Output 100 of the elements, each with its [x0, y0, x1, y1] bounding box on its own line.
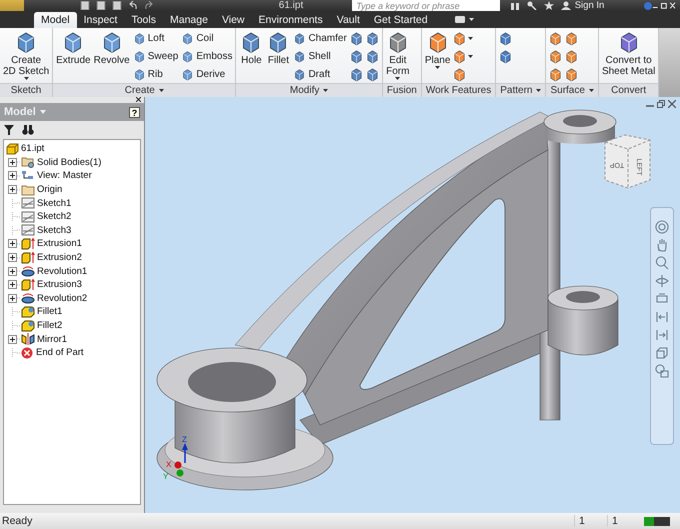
sign-in-link[interactable]: Sign In [574, 0, 604, 11]
expand-icon[interactable] [8, 294, 17, 303]
icon-button[interactable] [548, 48, 564, 64]
icon-button[interactable] [364, 66, 380, 82]
ribbon-button[interactable]: Convert to Sheet Metal [600, 30, 656, 77]
tree-item[interactable]: Origin [37, 184, 62, 196]
steering-wheel-icon[interactable] [655, 220, 669, 234]
view-face-icon[interactable] [655, 346, 669, 360]
panel-title[interactable]: Fusion [382, 83, 421, 97]
icon-button[interactable] [548, 30, 564, 46]
tree-item[interactable]: View: Master [37, 170, 92, 182]
icon-button[interactable] [364, 48, 380, 64]
panel-title[interactable]: Work Features [422, 83, 496, 97]
key-icon[interactable] [526, 1, 537, 10]
help-button[interactable]: ? [129, 106, 140, 118]
icon-button[interactable] [498, 48, 514, 64]
tool-icon [293, 50, 306, 62]
ribbon-tab[interactable]: Inspect [76, 12, 124, 28]
panel-title[interactable]: Create [53, 83, 236, 97]
ribbon-button[interactable]: Coil [180, 30, 234, 46]
ribbon-button[interactable]: Shell [292, 48, 348, 64]
tree-item[interactable]: Extrusion3 [37, 279, 82, 290]
tree-item[interactable]: Extrusion2 [37, 252, 82, 264]
ribbon-button[interactable]: Loft [132, 30, 180, 46]
tree-item[interactable]: Revolution1 [37, 266, 88, 277]
ribbon-button[interactable]: Rib [132, 66, 180, 82]
expand-icon[interactable] [8, 253, 17, 262]
tree-item[interactable]: Mirror1 [37, 334, 68, 345]
expand-icon[interactable] [8, 266, 17, 276]
icon-button[interactable] [364, 30, 380, 46]
ribbon-tab[interactable]: Environments [252, 12, 330, 28]
tree-item[interactable]: Sketch2 [37, 211, 72, 222]
ribbon-button[interactable]: Draft [292, 66, 348, 82]
zoom-icon[interactable] [655, 256, 669, 270]
search-field[interactable]: Type a keyword or phrase [352, 0, 500, 11]
icon-button[interactable] [452, 48, 474, 64]
filter-icon[interactable] [4, 125, 14, 135]
user-icon[interactable] [560, 1, 571, 10]
ribbon-button[interactable]: Emboss [180, 48, 234, 64]
previous-view-icon[interactable] [655, 310, 669, 324]
tree-item[interactable]: Revolution2 [37, 292, 88, 304]
window-controls-icon[interactable] [652, 1, 676, 10]
ribbon-button[interactable]: Edit Form [384, 30, 411, 81]
tool-icon [564, 30, 580, 46]
icon-button[interactable] [564, 66, 580, 82]
caret-icon [323, 89, 328, 92]
ribbon-button[interactable]: Hole [238, 30, 264, 66]
ribbon-button[interactable]: Fillet [265, 30, 292, 66]
ribbon-tab[interactable]: Model [34, 12, 77, 28]
expand-icon[interactable] [8, 239, 17, 248]
ribbon-button[interactable]: Revolve [92, 30, 131, 66]
star-icon[interactable] [544, 1, 554, 10]
ribbon-tab[interactable]: Vault [330, 12, 367, 28]
expand-icon[interactable] [8, 280, 17, 290]
next-view-icon[interactable] [655, 328, 669, 342]
ribbon-tab[interactable]: Tools [124, 12, 163, 28]
icon-button[interactable] [548, 66, 564, 82]
tree-item[interactable]: Fillet2 [37, 320, 62, 332]
icon-button[interactable] [348, 66, 364, 82]
expand-icon[interactable] [8, 334, 17, 344]
tree-item[interactable]: Fillet1 [37, 306, 62, 318]
ribbon-button[interactable]: Create 2D Sketch [2, 30, 50, 81]
icon-button[interactable] [348, 30, 364, 46]
ribbon-tab[interactable]: View [214, 12, 252, 28]
panel-title[interactable]: Convert [598, 83, 658, 97]
tree-item[interactable]: Sketch1 [37, 198, 72, 209]
tree-item[interactable]: Extrusion1 [37, 238, 82, 250]
icon-button[interactable] [564, 30, 580, 46]
ribbon-tab[interactable]: Manage [162, 12, 215, 28]
panel-title[interactable]: Modify [236, 83, 382, 97]
restore-icon[interactable] [657, 100, 665, 108]
ribbon-button[interactable]: Extrude [55, 30, 92, 66]
panel-title[interactable]: Pattern [496, 83, 546, 97]
pan-hand-icon[interactable] [655, 238, 669, 252]
tree-item[interactable]: End of Part [36, 347, 84, 358]
help-icon[interactable] [644, 0, 652, 10]
ribbon-button[interactable]: Sweep [132, 48, 180, 64]
tree-item[interactable]: Solid Bodies(1) [37, 156, 102, 168]
redo-icon[interactable] [144, 1, 154, 10]
close-icon[interactable] [136, 97, 141, 102]
icon-button[interactable] [564, 48, 580, 64]
expand-icon[interactable] [8, 185, 17, 194]
ribbon-tab[interactable]: Get Started [366, 12, 435, 28]
orbit-icon[interactable] [655, 274, 669, 288]
expand-icon[interactable] [8, 171, 17, 180]
undo-icon[interactable] [128, 1, 138, 10]
icon-button[interactable] [452, 30, 474, 46]
ribbon-button[interactable]: Plane [424, 30, 452, 70]
tree-item[interactable]: Sketch3 [37, 224, 72, 236]
icon-button[interactable] [498, 30, 514, 46]
ribbon-button[interactable]: Chamfer [292, 30, 348, 46]
ribbon-button[interactable]: Derive [180, 66, 234, 82]
panel-title[interactable]: Sketch [0, 83, 52, 97]
orbit-cube-icon[interactable] [655, 364, 669, 378]
tree-item[interactable]: 61.ipt [21, 143, 44, 154]
view-cube[interactable] [604, 134, 650, 189]
expand-icon[interactable] [8, 158, 17, 167]
tab-options-icon[interactable] [454, 16, 475, 23]
panel-title[interactable]: Surface [546, 83, 598, 97]
icon-button[interactable] [348, 48, 364, 64]
